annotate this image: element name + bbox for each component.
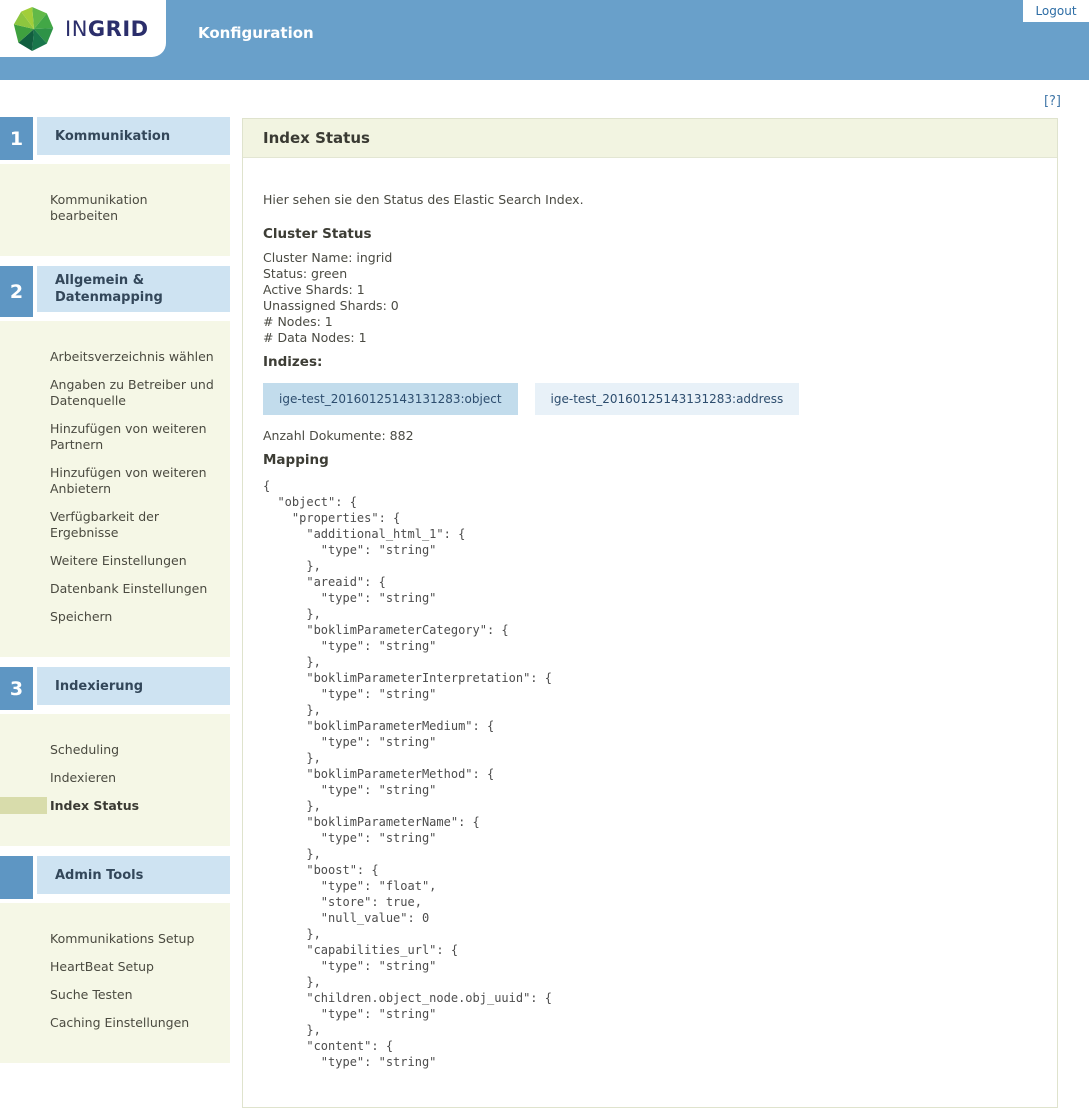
section-items: Kommunikation bearbeiten: [0, 164, 230, 256]
sidebar-section-header: 3 Indexierung: [0, 667, 230, 710]
sidebar-item-index-status[interactable]: Index Status: [0, 792, 230, 820]
sidebar-item-weitere-einstellungen[interactable]: Weitere Einstellungen: [0, 547, 230, 575]
app-title: Konfiguration: [198, 24, 314, 42]
section-number: 2: [0, 266, 33, 317]
logout-button[interactable]: Logout: [1023, 0, 1089, 22]
section-items: Arbeitsverzeichnis wählen Angaben zu Betr…: [0, 321, 230, 657]
cluster-status-line: Cluster Name: ingrid: [263, 250, 393, 265]
header-bar: INGRID Konfiguration Logout: [0, 0, 1089, 80]
section-number: [0, 856, 33, 899]
sidebar-item-speichern[interactable]: Speichern: [0, 603, 230, 631]
sidebar: 1 Kommunikation Kommunikation bearbeiten 2 A…: [0, 117, 230, 1073]
section-title: Admin Tools: [37, 856, 230, 894]
section-title: Allgemein & Datenmapping: [37, 266, 230, 312]
sidebar-item-scheduling[interactable]: Scheduling: [0, 736, 230, 764]
section-title: Indexierung: [37, 667, 230, 705]
sidebar-item-kommunikation-bearbeiten[interactable]: Kommunikation bearbeiten: [0, 186, 230, 230]
mapping-json: { "object": { "properties": { "additiona…: [263, 479, 552, 1069]
panel-body: Hier sehen sie den Status des Elastic Se…: [243, 158, 1057, 1070]
indizes-heading: Indizes:: [263, 354, 323, 370]
sidebar-section-header: 2 Allgemein & Datenmapping: [0, 266, 230, 317]
help-link[interactable]: [?]: [1044, 94, 1061, 109]
sidebar-item-datenbank-einstellungen[interactable]: Datenbank Einstellungen: [0, 575, 230, 603]
sidebar-section-header: 1 Kommunikation: [0, 117, 230, 160]
sidebar-item-hinzufuegen-von-weiteren-partnern[interactable]: Hinzufügen von weiteren Partnern: [0, 415, 230, 459]
sidebar-item-arbeitsverzeichnis-waehlen[interactable]: Arbeitsverzeichnis wählen: [0, 343, 230, 371]
cluster-status-lines: Cluster Name: ingrid Status: green Active …: [263, 250, 1037, 346]
index-tab-address[interactable]: ige-test_20160125143131283:address: [534, 383, 800, 415]
intro-text: Hier sehen sie den Status des Elastic Se…: [263, 192, 584, 207]
sidebar-item-heartbeat-setup[interactable]: HeartBeat Setup: [0, 953, 230, 981]
sidebar-item-kommunikations-setup[interactable]: Kommunikations Setup: [0, 925, 230, 953]
section-number: 3: [0, 667, 33, 710]
ingrid-gem-icon: [13, 6, 54, 51]
page-title: Index Status: [243, 119, 1057, 158]
cluster-status-line: # Nodes: 1: [263, 314, 333, 329]
section-title: Kommunikation: [37, 117, 230, 155]
documents-count: Anzahl Dokumente: 882: [263, 428, 414, 443]
section-number: 1: [0, 117, 33, 160]
cluster-status-line: Status: green: [263, 266, 348, 281]
logo-text: INGRID: [65, 16, 149, 41]
index-tab-object[interactable]: ige-test_20160125143131283:object: [263, 383, 518, 415]
mapping-heading: Mapping: [263, 452, 329, 468]
section-items: Kommunikations Setup HeartBeat Setup Suche…: [0, 903, 230, 1063]
logo[interactable]: INGRID: [0, 0, 166, 57]
sidebar-item-verfuegbarkeit-der-ergebnisse[interactable]: Verfügbarkeit der Ergebnisse: [0, 503, 230, 547]
index-buttons-row: ige-test_20160125143131283:object ige-tes…: [263, 383, 1037, 415]
cluster-status-line: Unassigned Shards: 0: [263, 298, 399, 313]
cluster-status-line: Active Shards: 1: [263, 282, 365, 297]
cluster-status-heading: Cluster Status: [263, 226, 372, 242]
cluster-status-line: # Data Nodes: 1: [263, 330, 367, 345]
sidebar-item-hinzufuegen-von-weiteren-anbietern[interactable]: Hinzufügen von weiteren Anbietern: [0, 459, 230, 503]
sidebar-section-header: Admin Tools: [0, 856, 230, 899]
sidebar-item-angaben-zu-betreiber-und-datenquelle[interactable]: Angaben zu Betreiber und Datenquelle: [0, 371, 230, 415]
content-panel: Index Status Hier sehen sie den Status d…: [242, 118, 1058, 1108]
sidebar-item-caching-einstellungen[interactable]: Caching Einstellungen: [0, 1009, 230, 1037]
sidebar-item-indexieren[interactable]: Indexieren: [0, 764, 230, 792]
sidebar-item-suche-testen[interactable]: Suche Testen: [0, 981, 230, 1009]
section-items: Scheduling Indexieren Index Status: [0, 714, 230, 846]
